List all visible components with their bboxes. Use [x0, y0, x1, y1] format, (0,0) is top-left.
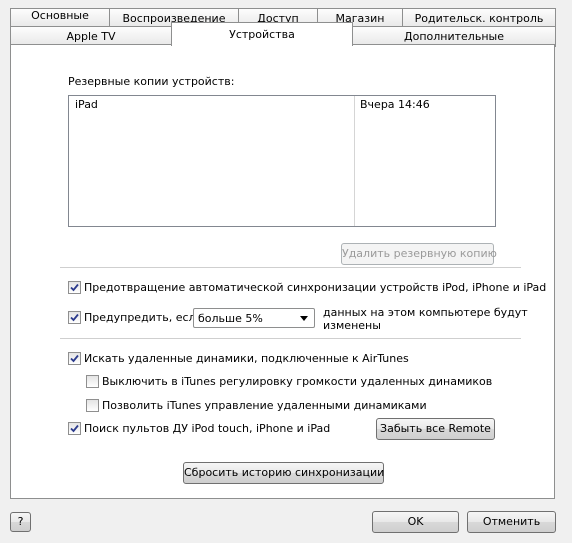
disable-volume-checkbox[interactable] — [86, 375, 99, 388]
warn-checkbox[interactable] — [68, 311, 81, 324]
reset-sync-history-button[interactable]: Сбросить историю синхронизации — [183, 462, 384, 484]
backups-label: Резервные копии устройств: — [68, 75, 235, 88]
tab-devices-label: Устройства — [229, 28, 295, 41]
checkmark-icon — [70, 283, 79, 292]
tab-parental-label: Родительск. контроль — [414, 12, 544, 25]
backups-list[interactable]: iPad Вчера 14:46 — [68, 95, 496, 227]
forget-remotes-button[interactable]: Забыть все Remote — [376, 418, 495, 440]
table-row[interactable]: iPad Вчера 14:46 — [69, 98, 495, 114]
backup-device-name: iPad — [75, 98, 98, 111]
tab-apple-tv-label: Apple TV — [66, 30, 116, 43]
airtunes-checkbox[interactable] — [68, 352, 81, 365]
backup-date: Вчера 14:46 — [360, 98, 430, 111]
checkmark-icon — [70, 424, 79, 433]
checkmark-icon — [70, 313, 79, 322]
cancel-button[interactable]: Отменить — [467, 511, 556, 533]
checkmark-icon — [70, 354, 79, 363]
ok-button[interactable]: OK — [372, 511, 459, 533]
remotes-checkbox[interactable] — [68, 422, 81, 435]
allow-control-checkbox[interactable] — [86, 399, 99, 412]
tab-devices[interactable]: Устройства — [171, 22, 353, 46]
prevent-sync-checkbox[interactable] — [68, 281, 81, 294]
tab-advanced-label: Дополнительные — [404, 30, 504, 43]
delete-backup-button[interactable]: Удалить резервную копию — [341, 243, 497, 265]
threshold-select[interactable]: больше 5% — [193, 308, 315, 328]
help-button[interactable]: ? — [10, 512, 31, 532]
tab-general-label: Основные — [31, 9, 89, 22]
list-divider — [354, 96, 355, 226]
threshold-select-value: больше 5% — [198, 312, 263, 325]
chevron-down-icon — [300, 316, 308, 321]
